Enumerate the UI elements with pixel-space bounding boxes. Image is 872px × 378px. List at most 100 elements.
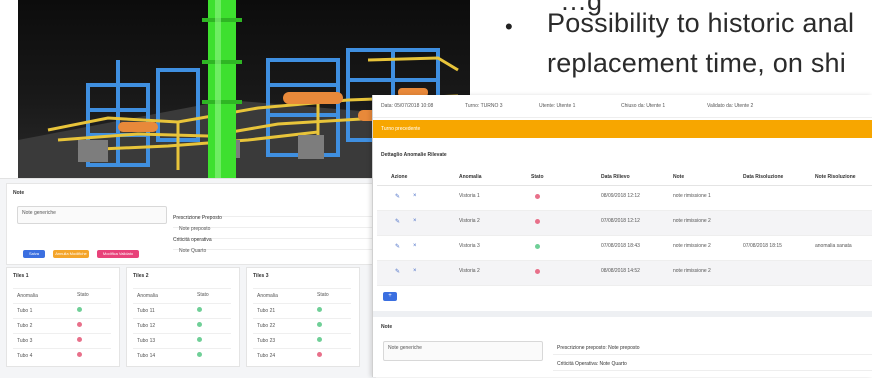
previous-shift-banner[interactable]: Turno precedente xyxy=(373,120,872,138)
status-dot-icon xyxy=(535,269,540,274)
tile-cell: Tubo 13 xyxy=(137,338,156,344)
tile-row[interactable]: Tubo 3 xyxy=(13,333,111,348)
cell-notes: note rimissione 1 xyxy=(673,193,711,199)
tile-title: Tiles 1 xyxy=(13,273,29,279)
tile-cell: Tubo 22 xyxy=(257,323,276,329)
note-card: Note Note generiche Prescrizione Prepost… xyxy=(6,183,376,265)
tile-cell: Tubo 12 xyxy=(137,323,156,329)
prescription-field[interactable]: Prescrizione preposto: Note preposto xyxy=(553,341,872,355)
info-closed-by: Chiuso da: Utente 1 xyxy=(621,103,666,109)
tile-card: Tiles 1 Anomalia Stato Tubo 1 Tubo 2 Tubo… xyxy=(6,267,120,367)
table-header: Azione Anomalia Stato Data Rilievo Note … xyxy=(377,169,872,186)
shift-report-screen-right: Data: 05/07/2018 10:08 Turno: TURNO 3 Ut… xyxy=(372,95,872,377)
table-row[interactable]: ✎ × Vistoria 2 07/08/2018 12:12 note rim… xyxy=(377,211,872,236)
tile-row[interactable]: Tubo 22 xyxy=(253,318,351,333)
note-fields: Prescrizione Preposto Note preposto Crit… xyxy=(173,206,373,254)
tile-cell: Tubo 3 xyxy=(17,338,33,344)
info-validated-by: Validato da: Utente 2 xyxy=(707,103,754,109)
tile-title: Tiles 3 xyxy=(253,273,269,279)
tile-table: Anomalia Stato Tubo 11 Tubo 12 Tubo 13 Tu… xyxy=(133,288,231,363)
bullet-text-line-1: Possibility to historic anal xyxy=(547,8,855,38)
status-dot-icon xyxy=(535,194,540,199)
tile-row[interactable]: Tubo 12 xyxy=(133,318,231,333)
cell-notes: note rimissione 2 xyxy=(673,218,711,224)
tile-title: Tiles 2 xyxy=(133,273,149,279)
cell-anomaly: Vistoria 1 xyxy=(459,193,480,199)
cell-detected-date: 08/08/2018 14:52 xyxy=(601,268,640,274)
close-icon[interactable]: × xyxy=(413,268,417,274)
tile-header-row: Anomalia Stato xyxy=(133,288,231,303)
status-dot-icon xyxy=(77,352,82,357)
tile-cell: Tubo 11 xyxy=(137,308,155,314)
close-icon[interactable]: × xyxy=(413,218,417,224)
cancel-changes-button[interactable]: Annulla Modifiche xyxy=(53,250,89,258)
tile-row[interactable]: Tubo 4 xyxy=(13,348,111,363)
tile-row[interactable]: Tubo 21 xyxy=(253,303,351,318)
field-row[interactable]: Note Quarto xyxy=(173,239,373,254)
tile-cell: Tubo 14 xyxy=(137,353,156,359)
tile-header-row: Anomalia Stato xyxy=(253,288,351,303)
anomalies-table: Azione Anomalia Stato Data Rilievo Note … xyxy=(377,169,872,286)
save-button[interactable]: Salva xyxy=(23,250,45,258)
tile-cell: Tubo 24 xyxy=(257,353,276,359)
status-dot-icon xyxy=(535,244,540,249)
tile-col-status: Stato xyxy=(317,292,329,298)
tile-row[interactable]: Tubo 14 xyxy=(133,348,231,363)
tile-col-anomaly: Anomalia xyxy=(137,293,158,299)
notes-title: Note xyxy=(381,324,393,330)
tile-col-status: Stato xyxy=(77,292,89,298)
tile-card: Tiles 3 Anomalia Stato Tubo 21 Tubo 22 Tu… xyxy=(246,267,360,367)
criticality-field[interactable]: Criticità Operativa: Note Quarto xyxy=(553,357,872,371)
tile-cell: Tubo 21 xyxy=(257,308,276,314)
tile-row[interactable]: Tubo 24 xyxy=(253,348,351,363)
table-row[interactable]: ✎ × Vistoria 2 08/08/2018 14:52 note rim… xyxy=(377,261,872,286)
tile-table: Anomalia Stato Tubo 21 Tubo 22 Tubo 23 Tu… xyxy=(253,288,351,363)
col-notes: Note xyxy=(673,174,685,180)
banner-label: Turno precedente xyxy=(381,126,421,132)
cell-anomaly: Vistoria 2 xyxy=(459,268,480,274)
cell-resolution-date: 07/08/2018 18:15 xyxy=(743,243,782,249)
status-dot-icon xyxy=(317,322,322,327)
tile-cell: Tubo 1 xyxy=(17,308,33,314)
field-row[interactable]: Note preposto xyxy=(173,217,373,232)
tile-col-status: Stato xyxy=(197,292,209,298)
shift-info-bar: Data: 05/07/2018 10:08 Turno: TURNO 3 Ut… xyxy=(373,95,872,118)
info-user: Utente: Utente 1 xyxy=(539,103,576,109)
col-resolution-notes: Note Risoluzione xyxy=(815,174,856,180)
status-dot-icon xyxy=(197,352,202,357)
cell-detected-date: 08/09/2018 12:12 xyxy=(601,193,640,199)
tile-row[interactable]: Tubo 1 xyxy=(13,303,111,318)
tile-row[interactable]: Tubo 2 xyxy=(13,318,111,333)
edit-icon[interactable]: ✎ xyxy=(395,243,400,250)
edit-icon[interactable]: ✎ xyxy=(395,268,400,275)
bullet-text-line-2: replacement time, on shi xyxy=(547,48,846,78)
tile-row[interactable]: Tubo 11 xyxy=(133,303,231,318)
tile-col-anomaly: Anomalia xyxy=(257,293,278,299)
status-dot-icon xyxy=(197,307,202,312)
edit-validated-button[interactable]: Modifica Validato xyxy=(97,250,139,258)
table-row[interactable]: ✎ × Vistoria 3 07/08/2018 18:43 note rim… xyxy=(377,236,872,261)
tile-col-anomaly: Anomalia xyxy=(17,293,38,299)
edit-icon[interactable]: ✎ xyxy=(395,193,400,200)
note-card-title: Note xyxy=(13,190,25,196)
tile-row[interactable]: Tubo 13 xyxy=(133,333,231,348)
table-row[interactable]: ✎ × Vistoria 1 08/09/2018 12:12 note rim… xyxy=(377,186,872,211)
status-dot-icon xyxy=(317,352,322,357)
cell-notes: note rimissione 2 xyxy=(673,268,711,274)
notes-textarea[interactable]: Note generiche xyxy=(383,341,543,361)
status-dot-icon xyxy=(317,337,322,342)
cell-resolution-notes: anomalia sanata xyxy=(815,243,852,249)
notes-placeholder: Note generiche xyxy=(388,345,422,351)
status-dot-icon xyxy=(77,322,82,327)
close-icon[interactable]: × xyxy=(413,243,417,249)
edit-icon[interactable]: ✎ xyxy=(395,218,400,225)
tile-row[interactable]: Tubo 23 xyxy=(253,333,351,348)
col-status: Stato xyxy=(531,174,544,180)
info-shift: Turno: TURNO 3 xyxy=(465,103,503,109)
status-dot-icon xyxy=(317,307,322,312)
shift-report-screen-left: Note Note generiche Prescrizione Prepost… xyxy=(0,178,376,378)
status-dot-icon xyxy=(77,307,82,312)
add-anomaly-button[interactable]: + xyxy=(383,292,397,301)
close-icon[interactable]: × xyxy=(413,193,417,199)
note-textarea[interactable]: Note generiche xyxy=(17,206,167,224)
